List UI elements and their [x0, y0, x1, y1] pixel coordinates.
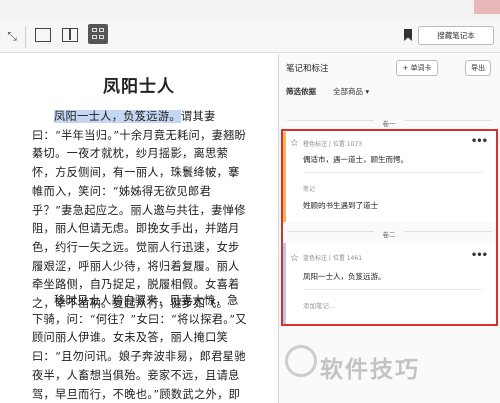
chapter-heading: 卷二 [374, 229, 404, 239]
divider [303, 172, 483, 173]
two-page-layout-icon[interactable] [62, 28, 78, 42]
paragraph-text: 谓其妻曰：“半年当归。”十余月竟无耗问，妻翘盼綦切。一夜才就枕，纱月摇影，离思萦… [32, 110, 247, 311]
paragraph: 移时见士人跨白骡来，见妻大惊，急下骑，问：“何往？”女曰：“将以探君。”又顾问丽… [32, 294, 247, 401]
panel-title: 笔记和标注 [286, 64, 329, 74]
add-flashcard-button[interactable]: + 单词卡 [396, 60, 438, 76]
highlight-color-bar [283, 243, 286, 325]
filter-label: 筛选依据 [286, 87, 316, 96]
divider [303, 289, 483, 290]
filter-value: 全部商品 [333, 87, 363, 96]
window-corner-accent [474, 0, 500, 14]
export-button[interactable]: 导出 [465, 60, 491, 76]
reader-toolbar: ⤡ 搜藏笔记本 [0, 20, 500, 53]
chapter-heading: 卷一 [374, 118, 404, 128]
chapter-title: 凤阳士人 [103, 77, 175, 97]
note-label: 笔记 [303, 186, 316, 193]
highlighted-passage[interactable]: 凤阳一士人，负笈远游。 [54, 110, 181, 123]
chevron-down-icon: ▾ [365, 87, 370, 96]
paragraph: 凤阳一士人，负笈远游。谓其妻曰：“半年当归。”十余月竟无耗问，妻翘盼綦切。一夜才… [32, 108, 247, 314]
single-page-layout-icon[interactable] [35, 28, 51, 42]
star-icon[interactable]: ☆ [290, 138, 299, 149]
annotation-quote: 凤阳一士人，负笈远游。 [303, 272, 386, 281]
add-note-link[interactable]: 添加笔记... [303, 300, 335, 310]
book-reader: 凤阳士人 凤阳一士人，负笈远游。谓其妻曰：“半年当归。”十余月竟无耗问，妻翘盼綦… [0, 54, 278, 403]
annotation-meta: 蓝色标注 | 位置 1461 [303, 255, 363, 262]
grid-layout-icon[interactable] [88, 24, 108, 44]
watermark-text: 软件技巧 [320, 357, 420, 383]
annotation-card[interactable]: ☆ 蓝色标注 | 位置 1461 ••• 凤阳一士人，负笈远游。 添加笔记... [283, 243, 496, 325]
star-icon[interactable]: ☆ [290, 253, 299, 264]
toolbar-divider [25, 26, 26, 48]
bookmark-icon[interactable] [403, 28, 413, 42]
annotation-quote: 偶适市，遇一道士，顾生而愕。 [303, 155, 408, 164]
annotation-meta: 橙色标注 | 位置 1073 [303, 141, 363, 148]
more-options-icon[interactable]: ••• [471, 136, 488, 147]
expand-icon[interactable]: ⤡ [4, 28, 20, 44]
watermark-logo [285, 345, 317, 377]
note-text[interactable]: 姓顾的书生遇到了道士 [303, 200, 378, 211]
filter-dropdown[interactable]: 全部商品 ▾ [333, 86, 369, 97]
window-top-strip [0, 0, 500, 20]
more-options-icon[interactable]: ••• [471, 250, 488, 261]
notebook-button[interactable]: 搜藏笔记本 [418, 26, 494, 45]
annotation-card[interactable]: ☆ 橙色标注 | 位置 1073 ••• 偶适市，遇一道士，顾生而愕。 笔记 姓… [283, 132, 496, 222]
highlight-color-bar [283, 132, 286, 222]
